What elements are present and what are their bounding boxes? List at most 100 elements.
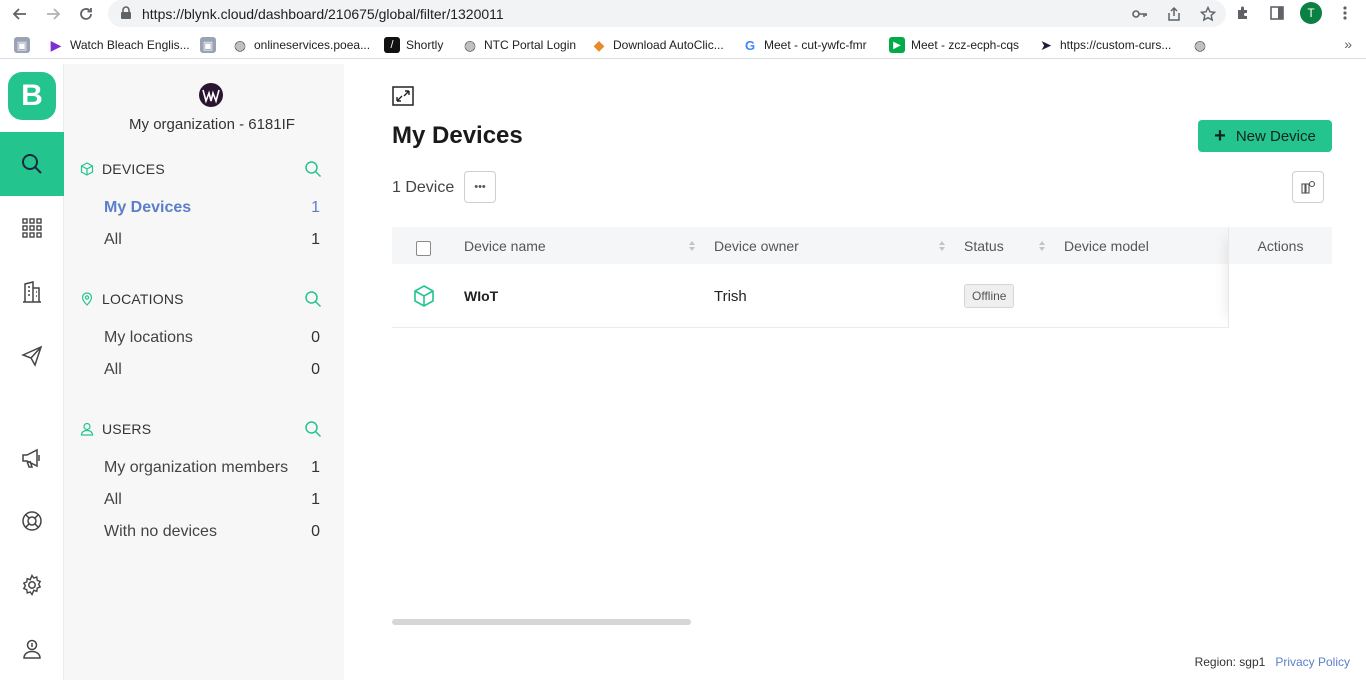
bookmark-item[interactable]: ▣ (200, 36, 216, 54)
main-content: My Devices + New Device 1 Device ••• Dev… (344, 64, 1366, 680)
users-search-icon[interactable] (304, 420, 322, 438)
table-row[interactable]: WIoT Trish Offline (392, 264, 1332, 328)
image-icon: ▣ (200, 37, 216, 53)
image-icon: ▣ (14, 37, 30, 53)
sort-icon[interactable] (938, 239, 946, 253)
user-badge-icon (23, 639, 41, 659)
browser-toolbar: https://blynk.cloud/dashboard/210675/glo… (0, 0, 1366, 28)
sidebar-item-label: All (104, 361, 122, 378)
sidebar-item-count: 1 (311, 199, 320, 216)
user-icon (80, 422, 94, 436)
globe-icon: ◍ (463, 36, 477, 53)
side-panel-icon[interactable] (1266, 2, 1288, 24)
sidebar-item-no-devices[interactable]: With no devices 0 (104, 521, 320, 543)
share-icon[interactable] (1164, 4, 1184, 24)
bookmark-label: NTC Portal Login (484, 38, 577, 52)
bookmark-item[interactable]: ◍ (1192, 36, 1208, 54)
rail-organizations-button[interactable] (0, 260, 64, 324)
rail-profile-button[interactable] (0, 617, 64, 681)
meet-icon: ▶ (889, 37, 905, 53)
sidebar-item-my-locations[interactable]: My locations 0 (104, 327, 320, 349)
sidebar-item-count: 0 (311, 361, 320, 378)
rail-search-button[interactable] (0, 132, 64, 196)
bookmark-label: Shortly (406, 38, 444, 52)
megaphone-icon (22, 448, 40, 468)
fullscreen-icon[interactable] (392, 86, 414, 108)
privacy-policy-link[interactable]: Privacy Policy (1275, 655, 1350, 669)
locations-section-title: LOCATIONS (102, 291, 184, 307)
sidebar-item-label: With no devices (104, 523, 217, 540)
new-device-label: New Device (1235, 127, 1316, 145)
bookmark-item[interactable]: ➤ https://custom-curs... (1038, 36, 1171, 54)
more-options-button[interactable]: ••• (464, 171, 496, 203)
sidebar-item-org-members[interactable]: My organization members 1 (104, 457, 320, 479)
rail-help-button[interactable] (0, 489, 64, 553)
column-header-device-name[interactable]: Device name (464, 227, 546, 264)
sidebar-item-count: 1 (311, 231, 320, 248)
rail-settings-button[interactable] (0, 553, 64, 617)
bookmark-item[interactable]: ◆ Download AutoClic... (591, 36, 724, 54)
actions-column: Actions (1228, 227, 1332, 328)
plus-icon: + (1214, 125, 1226, 147)
bookmark-item[interactable]: ◍ onlineservices.poea... (232, 36, 370, 54)
bookmark-item[interactable]: ▣ (14, 36, 30, 54)
column-settings-button[interactable] (1292, 171, 1324, 203)
left-rail: B (0, 64, 64, 680)
back-icon[interactable] (10, 4, 30, 24)
bookmark-item[interactable]: G Meet - cut-ywfc-fmr (742, 36, 867, 54)
lock-icon (120, 6, 132, 25)
bookmark-item[interactable]: / Shortly (384, 36, 443, 54)
rail-announcements-button[interactable] (0, 426, 64, 490)
new-device-button[interactable]: + New Device (1198, 120, 1332, 152)
locations-search-icon[interactable] (304, 290, 322, 308)
apps-grid-icon (22, 218, 42, 238)
address-bar[interactable]: https://blynk.cloud/dashboard/210675/glo… (108, 0, 1226, 27)
rail-messages-button[interactable] (0, 324, 64, 388)
device-count: 1 Device (392, 179, 455, 196)
forward-icon[interactable] (43, 4, 63, 24)
column-header-status[interactable]: Status (964, 227, 1004, 264)
sidebar-item-my-devices[interactable]: My Devices 1 (104, 197, 320, 219)
sort-icon[interactable] (688, 239, 696, 253)
organization-name[interactable]: My organization - 6181IF (64, 116, 360, 133)
device-cube-icon (412, 264, 436, 328)
star-icon[interactable] (1198, 4, 1218, 24)
column-settings-icon (1301, 180, 1315, 194)
devices-search-icon[interactable] (304, 160, 322, 178)
sidebar-item-label: All (104, 231, 122, 248)
diamond-icon: ◆ (593, 36, 605, 53)
globe-icon: ◍ (1193, 36, 1207, 53)
column-header-device-owner[interactable]: Device owner (714, 227, 799, 264)
sidebar-item-all-users[interactable]: All 1 (104, 489, 320, 511)
globe-icon: ◍ (233, 36, 247, 53)
rail-apps-button[interactable] (0, 196, 64, 260)
bookmark-label: onlineservices.poea... (254, 38, 371, 52)
sort-icon[interactable] (1038, 239, 1046, 253)
bookmarks-overflow-icon[interactable]: » (1344, 36, 1352, 52)
horizontal-scrollbar[interactable] (392, 619, 691, 625)
sidebar: My organization - 6181IF DEVICES My Devi… (64, 64, 344, 680)
column-header-actions: Actions (1229, 227, 1332, 264)
sidebar-item-all-locations[interactable]: All 0 (104, 359, 320, 381)
bookmark-item[interactable]: ◍ NTC Portal Login (462, 36, 576, 54)
column-header-device-model[interactable]: Device model (1064, 227, 1149, 264)
sidebar-item-count: 1 (311, 491, 320, 508)
bookmark-item[interactable]: ▶ Watch Bleach Englis... (48, 36, 190, 54)
locations-section-header: LOCATIONS (80, 289, 184, 309)
region-label: Region: sgp1 (1194, 655, 1266, 669)
bookmark-label: https://custom-curs... (1060, 38, 1172, 52)
profile-avatar[interactable]: T (1300, 2, 1322, 24)
device-name-cell[interactable]: WIoT (464, 264, 498, 328)
bookmark-label: Download AutoClic... (613, 38, 724, 52)
location-pin-icon (81, 292, 93, 306)
key-icon[interactable] (1130, 4, 1150, 24)
page-title: My Devices (392, 122, 523, 149)
extensions-icon[interactable] (1232, 2, 1254, 24)
search-icon (22, 154, 42, 174)
reload-icon[interactable] (76, 4, 96, 24)
select-all-checkbox[interactable] (416, 241, 431, 256)
sidebar-item-all-devices[interactable]: All 1 (104, 229, 320, 251)
blynk-logo[interactable]: B (8, 72, 56, 120)
kebab-menu-icon[interactable] (1334, 2, 1356, 24)
bookmark-item[interactable]: ▶ Meet - zcz-ecph-cqs (889, 36, 1019, 54)
